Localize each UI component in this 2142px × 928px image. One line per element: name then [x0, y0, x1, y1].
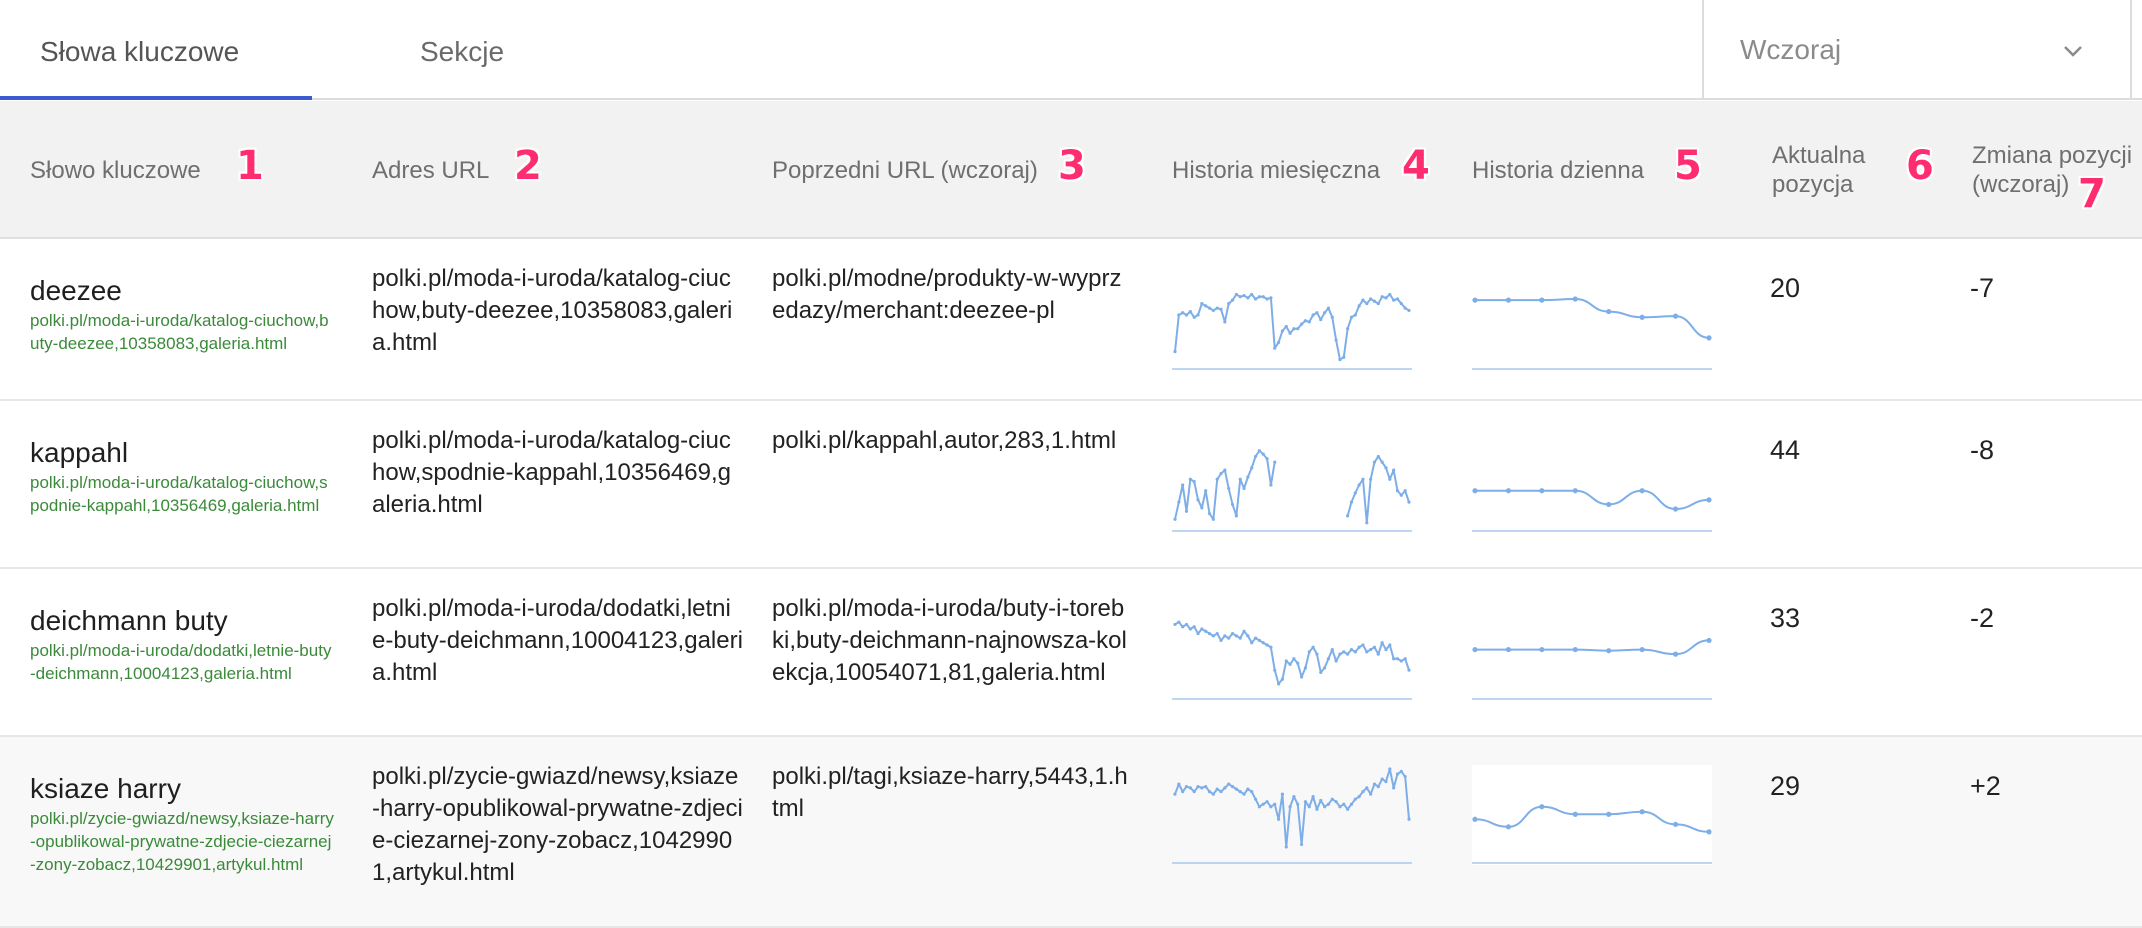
- sparkline-point: [1572, 811, 1578, 817]
- current-position: 20: [1770, 273, 1801, 303]
- table-row[interactable]: ksiaze harry polki.pl/zycie-gwiazd/newsy…: [0, 737, 2142, 928]
- column-marker-3: 3: [1058, 143, 1086, 189]
- prev-url-text: polki.pl/modne/produkty-w-wyprzedazy/mer…: [772, 265, 1122, 324]
- table-header: Słowo kluczowe 1 Adres URL 2 Poprzedni U…: [0, 101, 2142, 239]
- prev-url-text: polki.pl/tagi,ksiaze-harry,5443,1.html: [772, 763, 1128, 822]
- sparkline-point: [1505, 488, 1512, 494]
- current-position: 44: [1770, 435, 1801, 465]
- monthly-history-sparkline: [1172, 767, 1412, 864]
- daily-history-sparkline: [1472, 296, 1712, 370]
- sparkline-point: [1639, 809, 1645, 815]
- sparkline-point: [1539, 646, 1545, 653]
- monthly-history-sparkline: [1172, 292, 1412, 370]
- period-select-value: Wczoraj: [1740, 34, 1842, 65]
- sparkline-point: [1606, 648, 1612, 654]
- sparkline-point: [1606, 501, 1612, 508]
- sparkline-point: [1472, 297, 1478, 303]
- url-text: polki.pl/moda-i-uroda/dodatki,letnie-but…: [372, 595, 743, 686]
- chevron-down-icon: [2064, 46, 2082, 57]
- sparkline-point: [1706, 335, 1712, 341]
- sparkline-series: [1174, 768, 1410, 848]
- column-marker-6: 6: [1906, 143, 1934, 189]
- tab-sections[interactable]: Sekcje: [420, 0, 620, 100]
- url-text: polki.pl/zycie-gwiazd/newsy,ksiaze-harry…: [372, 763, 743, 886]
- sparkline-series: [1174, 449, 1276, 521]
- table-row[interactable]: deichmann buty polki.pl/moda-i-uroda/dod…: [0, 569, 2142, 737]
- current-position: 33: [1770, 603, 1801, 633]
- sparkline-point: [1706, 497, 1712, 503]
- table-row[interactable]: kappahl polki.pl/moda-i-uroda/katalog-ci…: [0, 401, 2142, 569]
- sparkline-series: [1475, 297, 1710, 339]
- monthly-history-sparkline: [1172, 449, 1412, 532]
- column-header-url[interactable]: Adres URL: [372, 156, 489, 185]
- position-change: -8: [1970, 435, 1995, 465]
- sparkline-point: [1539, 488, 1545, 494]
- sparkline-point: [1472, 488, 1478, 494]
- position-change: -7: [1970, 273, 1995, 303]
- keyword-url-link[interactable]: polki.pl/moda-i-uroda/katalog-ciuchow,bu…: [30, 309, 335, 355]
- top-bar: Słowa kluczowe Sekcje Wczoraj: [0, 0, 2142, 100]
- position-change: +2: [1970, 771, 2001, 801]
- sparkline-point: [1639, 646, 1645, 653]
- keyword-text[interactable]: deezee: [30, 275, 122, 307]
- sparkline-point: [1572, 296, 1578, 302]
- column-marker-5: 5: [1674, 143, 1702, 189]
- sparkline-series: [1475, 639, 1710, 656]
- sparkline-point: [1639, 314, 1645, 320]
- period-select[interactable]: Wczoraj: [1702, 0, 2142, 100]
- keyword-url-link[interactable]: polki.pl/moda-i-uroda/dodatki,letnie-but…: [30, 639, 335, 685]
- sparkline-series: [1475, 489, 1710, 511]
- sparkline-point: [1672, 651, 1679, 657]
- column-marker-7: 7: [2078, 171, 2106, 217]
- daily-history-sparkline: [1472, 765, 1712, 865]
- prev-url-text: polki.pl/kappahl,autor,283,1.html: [772, 427, 1117, 454]
- sparkline-series: [1174, 293, 1410, 361]
- column-header-current-position[interactable]: Aktualna pozycja: [1772, 141, 1882, 199]
- column-header-position-change[interactable]: Zmiana pozycji (wczoraj): [1972, 141, 2142, 199]
- keyword-url-link[interactable]: polki.pl/moda-i-uroda/katalog-ciuchow,sp…: [30, 471, 335, 517]
- sparkline-point: [1672, 506, 1679, 512]
- sparkline-point: [1539, 804, 1545, 810]
- sparkline-point: [1505, 824, 1512, 830]
- sparkline-point: [1472, 816, 1478, 822]
- sparkline-series: [1174, 621, 1410, 685]
- sparkline-point: [1706, 829, 1712, 835]
- monthly-history-sparkline: [1172, 620, 1412, 700]
- column-header-keyword[interactable]: Słowo kluczowe: [30, 156, 201, 185]
- keyword-text[interactable]: ksiaze harry: [30, 773, 181, 805]
- sparkline-point: [1672, 313, 1679, 319]
- column-marker-2: 2: [514, 143, 542, 189]
- current-position: 29: [1770, 771, 1801, 801]
- url-text: polki.pl/moda-i-uroda/katalog-ciuchow,bu…: [372, 265, 733, 356]
- column-header-monthly-history[interactable]: Historia miesięczna: [1172, 156, 1380, 185]
- keyword-text[interactable]: kappahl: [30, 437, 128, 469]
- daily-history-sparkline: [1472, 637, 1712, 700]
- sparkline-series: [1346, 455, 1410, 524]
- sparkline-point: [1472, 646, 1478, 653]
- column-marker-1: 1: [236, 143, 264, 189]
- keyword-url-link[interactable]: polki.pl/zycie-gwiazd/newsy,ksiaze-harry…: [30, 807, 335, 876]
- sparkline-point: [1572, 488, 1578, 494]
- column-marker-4: 4: [1402, 143, 1430, 189]
- position-change: -2: [1970, 603, 1995, 633]
- prev-url-text: polki.pl/moda-i-uroda/buty-i-torebki,but…: [772, 595, 1127, 686]
- sparkline-point: [1572, 646, 1578, 653]
- url-text: polki.pl/moda-i-uroda/katalog-ciuchow,sp…: [372, 427, 731, 518]
- sparkline-point: [1606, 811, 1612, 817]
- sparkline-point: [1505, 297, 1512, 303]
- scrollbar-edge: [2130, 0, 2142, 100]
- sparkline-point: [1606, 308, 1612, 315]
- keyword-text[interactable]: deichmann buty: [30, 605, 228, 637]
- sparkline-point: [1672, 821, 1679, 827]
- sparkline-point: [1639, 488, 1645, 494]
- column-header-daily-history[interactable]: Historia dzienna: [1472, 156, 1644, 185]
- table-row[interactable]: deezee polki.pl/moda-i-uroda/katalog-ciu…: [0, 239, 2142, 401]
- daily-history-sparkline: [1472, 488, 1712, 532]
- sparkline-point: [1505, 646, 1512, 653]
- tab-keywords[interactable]: Słowa kluczowe: [0, 0, 312, 100]
- sparkline-point: [1539, 297, 1545, 303]
- column-header-prev-url[interactable]: Poprzedni URL (wczoraj): [772, 156, 1038, 185]
- sparkline-point: [1706, 637, 1712, 644]
